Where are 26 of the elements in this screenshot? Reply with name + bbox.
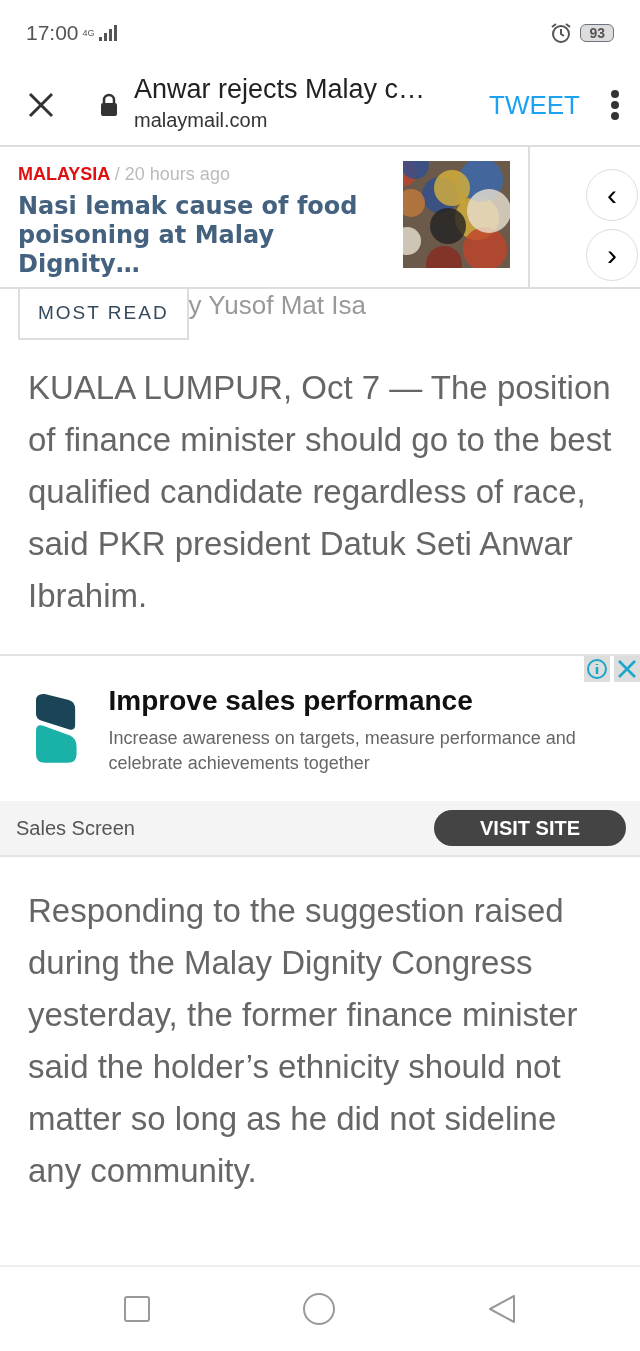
more-icon[interactable] [610,90,620,120]
recent-apps-icon[interactable] [124,1296,151,1322]
page-url: malaymail.com [134,107,269,133]
advertiser-name: Sales Screen [16,815,135,841]
byline: y Yusof Mat Isa [188,289,366,322]
clock: 17:00 [26,19,79,46]
article-headline[interactable]: Nasi lemak cause of food poisoning at Malay Dignity… [18,192,387,279]
ad-description: Increase awareness on targets, measure performance and celebrate achievements together [108,727,577,775]
close-icon[interactable] [28,92,54,118]
battery-indicator: 93 [580,23,614,42]
next-button[interactable]: › [586,229,638,281]
visit-site-button[interactable]: VISIT SITE [434,809,626,846]
ad-headline: Improve sales performance [108,684,474,718]
article-paragraph: KUALA LUMPUR, Oct 7 — The position of finance minister should go to the best qualified candidate regardless of race, said PKR president Datuk Seti Anwar Ibrahim. [27,367,613,616]
article-paragraph: Responding to the suggestion raised during the Malay Dignity Congress yesterday, the former finance minister said the holder’s ethnicity should not matter so long as he did not sideline any community. [27,890,579,1191]
article-time: / 20 hours ago [114,164,230,184]
article-category: MALAYSIA [18,164,111,184]
lock-icon [100,93,118,117]
network-type: 4G [82,27,95,40]
back-icon[interactable] [487,1294,516,1324]
alarm-icon [550,21,573,44]
page-title: Anwar rejects Malay c… [134,75,426,105]
previous-button[interactable]: ‹ [586,169,638,221]
home-icon[interactable] [303,1293,335,1325]
most-read-tab[interactable]: MOST READ [18,289,189,340]
signal-icon [98,24,117,41]
